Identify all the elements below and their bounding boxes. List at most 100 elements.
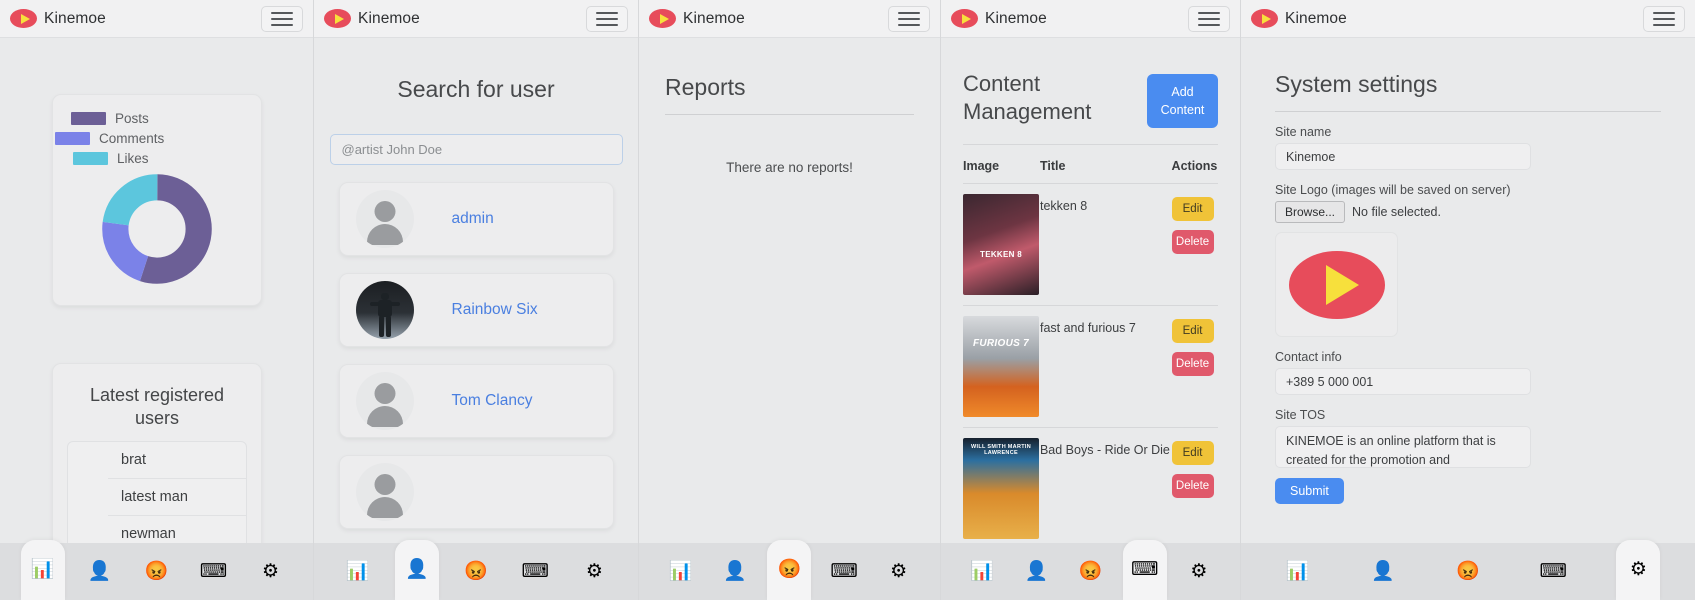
nav-item-users[interactable]: 👤 xyxy=(713,544,757,600)
content-thumbnail[interactable]: WILL SMITH MARTIN LAWRENCE xyxy=(963,438,1039,540)
nav-item-reports[interactable]: 😡 xyxy=(135,544,179,600)
legend-item-likes: Likes xyxy=(73,151,261,166)
column-header-title: Title xyxy=(1039,145,1172,185)
latest-users-list: brat latest man newman xyxy=(67,441,247,553)
nav-item-users[interactable]: 👤 xyxy=(1361,544,1405,600)
donut-chart-svg xyxy=(102,174,212,284)
hamburger-menu-icon[interactable] xyxy=(586,5,628,32)
brand[interactable]: Kinemoe xyxy=(1251,9,1347,28)
nav-item-content[interactable]: ⌨ xyxy=(513,544,557,600)
list-item[interactable]: Rainbow Six xyxy=(338,273,614,347)
user-bust-icon: 👤 xyxy=(1024,561,1049,582)
logo-preview xyxy=(1275,232,1398,337)
nav-item-settings[interactable]: ⚙ xyxy=(572,544,616,600)
table-header-row: Image Title Actions xyxy=(963,145,1218,185)
nav-item-users[interactable]: 👤 xyxy=(1014,544,1058,600)
nav-item-dashboard[interactable]: 📊 xyxy=(20,539,65,600)
nav-item-users[interactable]: 👤 xyxy=(394,539,439,600)
top-bar: Kinemoe xyxy=(941,0,1240,38)
avatar xyxy=(355,281,414,339)
nav-item-users[interactable]: 👤 xyxy=(78,544,122,600)
bottom-navigation[interactable]: 📊 👤 😡 ⌨ ⚙ xyxy=(314,539,638,600)
content-thumbnail[interactable]: FURIOUS 7 xyxy=(963,316,1039,418)
play-logo-icon xyxy=(951,9,978,28)
play-logo-icon xyxy=(1288,250,1385,319)
nav-item-reports[interactable]: 😡 xyxy=(1446,544,1490,600)
column-header-actions: Actions xyxy=(1171,145,1218,185)
bottom-navigation[interactable]: 📊 👤 😡 ⌨ ⚙ xyxy=(941,539,1240,600)
content-thumbnail[interactable]: TEKKEN 8 xyxy=(963,194,1039,296)
nav-item-content[interactable]: ⌨ xyxy=(192,544,236,600)
brand[interactable]: Kinemoe xyxy=(649,9,745,28)
nav-item-dashboard[interactable]: 📊 xyxy=(960,544,1004,600)
panel-content-management: Kinemoe Content Management Add Content I… xyxy=(941,0,1241,600)
hamburger-menu-icon[interactable] xyxy=(1188,5,1230,32)
hamburger-menu-icon[interactable] xyxy=(1643,5,1685,32)
nav-item-dashboard[interactable]: 📊 xyxy=(336,544,380,600)
user-bust-icon: 👤 xyxy=(723,561,747,582)
top-bar: Kinemoe xyxy=(1241,0,1695,38)
play-logo-icon xyxy=(649,9,676,28)
edit-button[interactable]: Edit xyxy=(1171,197,1214,222)
nav-item-settings[interactable]: ⚙ xyxy=(877,544,921,600)
legend-label-likes: Likes xyxy=(117,151,149,166)
legend-item-posts: Posts xyxy=(71,111,261,126)
nav-item-dashboard[interactable]: 📊 xyxy=(1276,544,1320,600)
nav-item-content[interactable]: ⌨ xyxy=(1122,539,1167,600)
nav-item-reports[interactable]: 😡 xyxy=(767,539,812,600)
legend-swatch-likes xyxy=(73,152,108,165)
file-picker-row: Browse... No file selected. xyxy=(1275,201,1695,223)
nav-item-content[interactable]: ⌨ xyxy=(1531,544,1575,600)
delete-button[interactable]: Delete xyxy=(1171,230,1214,255)
angry-face-icon: 😡 xyxy=(777,559,802,580)
angry-face-icon: 😡 xyxy=(464,561,488,582)
bottom-navigation[interactable]: 📊 👤 😡 ⌨ ⚙ xyxy=(639,539,940,600)
page-title: Search for user xyxy=(397,76,555,102)
browse-button[interactable]: Browse... xyxy=(1275,201,1346,223)
no-file-selected-text: No file selected. xyxy=(1352,205,1441,219)
brand[interactable]: Kinemoe xyxy=(324,9,420,28)
nav-item-reports[interactable]: 😡 xyxy=(1068,544,1112,600)
panel-system-settings: Kinemoe System settings Site name Site L… xyxy=(1241,0,1695,600)
play-logo-icon xyxy=(324,9,351,28)
panel-body: Search for user admin Rainbow Six Tom Clan… xyxy=(314,38,638,600)
gear-icon: ⚙ xyxy=(1190,561,1208,582)
nav-item-dashboard[interactable]: 📊 xyxy=(658,544,702,600)
bottom-navigation[interactable]: 📊 👤 😡 ⌨ ⚙ xyxy=(1241,539,1695,600)
angry-face-icon: 😡 xyxy=(1456,561,1480,582)
empty-state-message: There are no reports! xyxy=(726,160,853,175)
submit-button[interactable]: Submit xyxy=(1275,478,1344,504)
delete-button[interactable]: Delete xyxy=(1171,474,1214,499)
list-item[interactable] xyxy=(338,455,614,529)
site-logo-label: Site Logo (images will be saved on serve… xyxy=(1275,183,1511,197)
list-item[interactable]: latest man xyxy=(108,479,246,516)
search-input[interactable] xyxy=(329,134,623,165)
nav-item-settings[interactable]: ⚙ xyxy=(1616,539,1661,600)
nav-item-settings[interactable]: ⚙ xyxy=(1177,544,1221,600)
donut-chart xyxy=(53,174,261,284)
nav-item-content[interactable]: ⌨ xyxy=(822,544,866,600)
site-name-input[interactable] xyxy=(1275,143,1531,170)
edit-button[interactable]: Edit xyxy=(1171,319,1214,344)
nav-item-settings[interactable]: ⚙ xyxy=(249,544,293,600)
brand[interactable]: Kinemoe xyxy=(10,9,106,28)
brand-name: Kinemoe xyxy=(44,9,106,27)
delete-button[interactable]: Delete xyxy=(1171,352,1214,377)
column-header-image: Image xyxy=(963,145,1040,185)
list-item[interactable]: brat xyxy=(108,442,246,479)
list-item[interactable]: admin xyxy=(338,182,614,256)
divider xyxy=(1275,111,1661,112)
add-content-button[interactable]: Add Content xyxy=(1147,74,1218,129)
list-item[interactable]: Tom Clancy xyxy=(338,364,614,438)
hamburger-menu-icon[interactable] xyxy=(261,5,303,32)
angry-face-icon: 😡 xyxy=(144,561,169,582)
edit-button[interactable]: Edit xyxy=(1171,441,1214,466)
bottom-navigation[interactable]: 📊 👤 😡 ⌨ ⚙ xyxy=(0,539,313,600)
site-tos-textarea[interactable] xyxy=(1275,426,1531,468)
user-bust-icon: 👤 xyxy=(87,561,112,582)
brand[interactable]: Kinemoe xyxy=(951,9,1047,28)
nav-item-reports[interactable]: 😡 xyxy=(454,544,498,600)
contact-info-input[interactable] xyxy=(1275,368,1531,395)
cell-title: fast and furious 7 xyxy=(1039,305,1172,429)
hamburger-menu-icon[interactable] xyxy=(888,5,930,32)
